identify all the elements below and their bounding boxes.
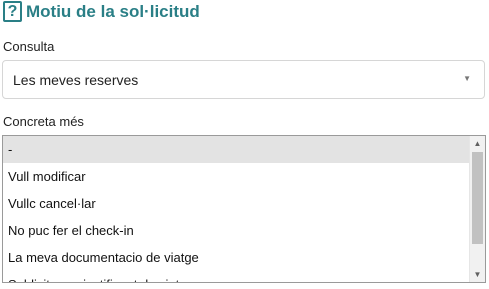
concreta-listbox[interactable]: - Vull modificar Vullc cancel·lar No puc…: [2, 135, 486, 283]
concreta-options: - Vull modificar Vullc cancel·lar No puc…: [3, 136, 469, 282]
scroll-up-icon[interactable]: ▲: [470, 136, 485, 151]
list-item[interactable]: Sol·licitar un justificant de viatge: [3, 271, 469, 282]
scrollbar[interactable]: ▲ ▼: [469, 136, 485, 282]
consulta-selected-value: Les meves reserves: [13, 71, 139, 88]
list-item[interactable]: La meva documentacio de viatge: [3, 244, 469, 271]
consulta-select[interactable]: Les meves reserves ▼: [2, 60, 485, 99]
list-item[interactable]: No puc fer el check-in: [3, 217, 469, 244]
chevron-down-icon: ▼: [463, 74, 471, 83]
help-icon[interactable]: ?: [3, 1, 22, 22]
section-title: Motiu de la sol·licitud: [26, 1, 200, 21]
list-item[interactable]: Vull modificar: [3, 163, 469, 190]
scroll-thumb[interactable]: [472, 152, 483, 244]
section-header: ? Motiu de la sol·licitud: [3, 1, 200, 22]
consulta-label: Consulta: [3, 39, 55, 54]
list-item[interactable]: -: [3, 136, 469, 163]
list-item[interactable]: Vullc cancel·lar: [3, 190, 469, 217]
concreta-label: Concreta més: [3, 114, 84, 129]
scroll-down-icon[interactable]: ▼: [470, 267, 485, 282]
